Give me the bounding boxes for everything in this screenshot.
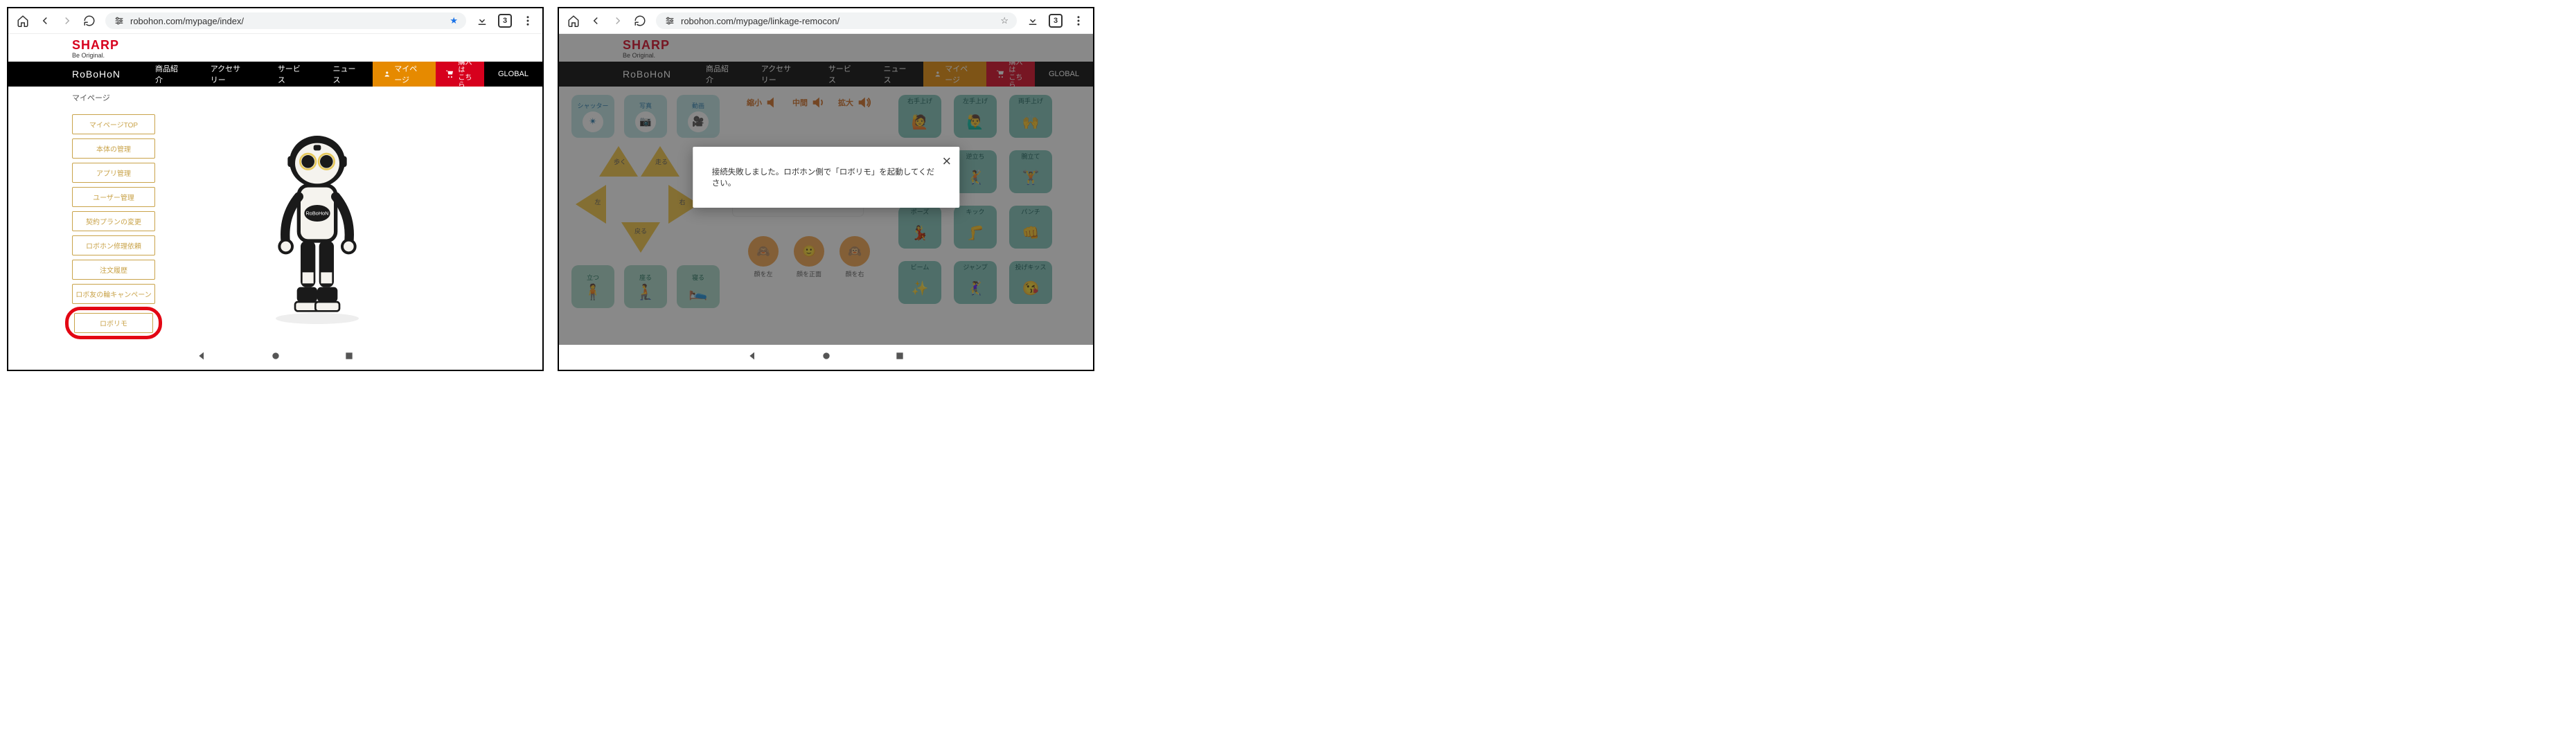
browser-toolbar: robohon.com/mypage/linkage-remocon/ ☆ 3 [559,8,1093,34]
sharp-tagline: Be Original. [72,52,542,59]
sidebar-item-campaign[interactable]: ロボ友の輪キャンペーン [72,284,155,304]
svg-text:RoBoHoN: RoBoHoN [305,210,328,216]
site-settings-icon[interactable] [114,15,125,26]
android-recent-icon[interactable] [894,350,905,365]
sidebar-item-user[interactable]: ユーザー管理 [72,187,155,207]
menu-dots-icon[interactable] [1072,15,1085,27]
robot-image-area: RoBoHoN [155,114,479,338]
bookmark-star-icon[interactable]: ☆ [1000,15,1009,26]
download-icon[interactable] [476,15,488,27]
sidebar-item-apps[interactable]: アプリ管理 [72,163,155,183]
url-text: robohon.com/mypage/linkage-remocon/ [681,16,840,26]
download-icon[interactable] [1027,15,1039,27]
android-recent-icon[interactable] [344,350,355,365]
address-bar[interactable]: robohon.com/mypage/index/ ★ [105,12,466,29]
reload-icon[interactable] [83,15,96,27]
android-nav-bar [559,345,1093,370]
forward-icon[interactable] [612,15,624,27]
url-text: robohon.com/mypage/index/ [130,16,244,26]
home-icon[interactable] [567,15,580,27]
nav-products[interactable]: 商品紹介 [140,63,195,85]
home-icon[interactable] [17,15,29,27]
android-home-icon[interactable] [270,350,281,365]
nav-mypage-button[interactable]: マイページ [373,62,436,87]
nav-news[interactable]: ニュース [318,63,373,85]
cart-icon [445,69,454,80]
sidebar-item-plan[interactable]: 契約プランの変更 [72,211,155,231]
sidebar-item-repair[interactable]: ロボホン修理依頼 [72,235,155,255]
tab-count-badge[interactable]: 3 [498,14,512,28]
menu-dots-icon[interactable] [522,15,534,27]
modal-message: 接続失敗しました。ロボホン側で「ロボリモ」を起動してください。 [712,166,935,188]
android-nav-bar [8,345,542,370]
person-icon [384,70,391,78]
nav-service[interactable]: サービス [263,63,318,85]
forward-icon[interactable] [61,15,73,27]
back-icon[interactable] [39,15,51,27]
back-icon[interactable] [589,15,602,27]
browser-toolbar: robohon.com/mypage/index/ ★ 3 [8,8,542,34]
android-back-icon[interactable] [197,350,208,365]
nav-accessory[interactable]: アクセサリー [195,63,263,85]
mypage-sidebar: マイページTOP 本体の管理 アプリ管理 ユーザー管理 契約プランの変更 ロボホ… [72,114,155,338]
sidebar-item-roborimo[interactable]: ロボリモ [74,313,153,333]
screenshot-mypage: robohon.com/mypage/index/ ★ 3 SHARP Be O… [7,7,544,371]
breadcrumb: マイページ [8,87,542,107]
screenshot-remocon: robohon.com/mypage/linkage-remocon/ ☆ 3 … [558,7,1094,371]
reload-icon[interactable] [634,15,646,27]
modal-close-button[interactable]: × [942,152,951,170]
robohon-illustration: RoBoHoN [262,125,373,327]
sharp-header: SHARP Be Original. [8,34,542,59]
android-home-icon[interactable] [821,350,832,365]
nav-global[interactable]: GLOBAL [484,62,542,87]
android-back-icon[interactable] [747,350,758,365]
error-modal: × 接続失敗しました。ロボホン側で「ロボリモ」を起動してください。 [693,147,960,208]
sidebar-item-top[interactable]: マイページTOP [72,114,155,134]
nav-buy-button[interactable]: 購入は こちら [436,62,484,87]
robohon-logo[interactable]: RoBoHoN [8,69,140,80]
webpage-content: SHARP Be Original. RoBoHoN 商品紹介 アクセサリー サ… [559,34,1093,345]
annotation-highlight-ring: ロボリモ [65,307,162,339]
sidebar-item-orders[interactable]: 注文履歴 [72,260,155,280]
tab-count-badge[interactable]: 3 [1049,14,1063,28]
sidebar-item-device[interactable]: 本体の管理 [72,138,155,159]
close-icon: × [942,152,951,170]
address-bar[interactable]: robohon.com/mypage/linkage-remocon/ ☆ [656,12,1017,29]
site-nav: RoBoHoN 商品紹介 アクセサリー サービス ニュース マイページ 購入は … [8,62,542,87]
site-settings-icon[interactable] [664,15,675,26]
bookmark-star-icon[interactable]: ★ [450,15,458,26]
webpage-content: SHARP Be Original. RoBoHoN 商品紹介 アクセサリー サ… [8,34,542,345]
sharp-logo[interactable]: SHARP [72,38,542,53]
